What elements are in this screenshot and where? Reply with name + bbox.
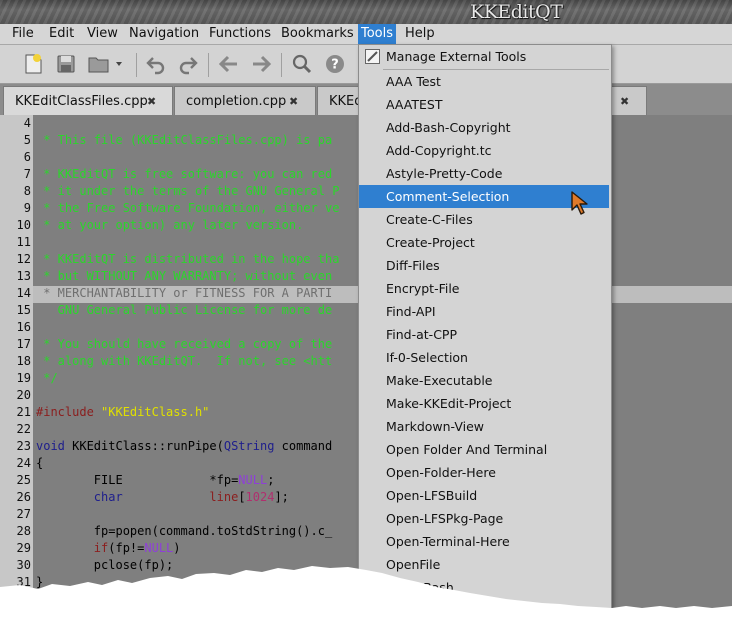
- line-number: 8: [23, 184, 31, 198]
- line-number: 21: [16, 405, 31, 419]
- string-token: "KKEditClass.h": [101, 405, 210, 419]
- tab-label: completion.cpp: [186, 94, 287, 109]
- type-token: QString: [223, 439, 275, 453]
- line-number: 20: [16, 388, 31, 402]
- menu-navigation[interactable]: Navigation: [126, 24, 202, 44]
- code-token: ];: [274, 490, 289, 504]
- line-number: 4: [23, 116, 31, 130]
- keyword-token: void: [36, 439, 65, 453]
- menu-item-diff-files[interactable]: Diff-Files: [359, 254, 609, 277]
- svg-text:?: ?: [331, 58, 339, 73]
- tab-completion[interactable]: completion.cpp ✖: [174, 86, 316, 115]
- menu-item-make-executable[interactable]: Make-Executable: [359, 369, 609, 392]
- menu-item-create-project[interactable]: Create-Project: [359, 231, 609, 254]
- save-icon[interactable]: [52, 50, 80, 78]
- menu-item-markdown-view[interactable]: Markdown-View: [359, 415, 609, 438]
- close-icon[interactable]: ✖: [147, 87, 156, 116]
- back-icon[interactable]: [215, 50, 243, 78]
- menu-tools[interactable]: Tools: [358, 24, 397, 44]
- tab-label: KKEditClassFiles.cpp: [15, 94, 148, 109]
- code-token: FILE *fp=: [36, 473, 239, 487]
- menu-item-add-copyright[interactable]: Add-Copyright.tc: [359, 139, 609, 162]
- menu-item-if-0-selection[interactable]: If-0-Selection: [359, 346, 609, 369]
- menu-functions[interactable]: Functions: [206, 24, 274, 44]
- line-number: 18: [16, 354, 31, 368]
- tab-kkeditclassfiles[interactable]: KKEditClassFiles.cpp ✖: [3, 86, 173, 115]
- line-number: 7: [23, 167, 31, 181]
- dropdown-arrow-icon[interactable]: [112, 50, 126, 78]
- menu-item-open-lfsbuild[interactable]: Open-LFSBuild: [359, 484, 609, 507]
- line-number: 14: [16, 286, 31, 300]
- close-icon[interactable]: ✖: [620, 87, 629, 116]
- menu-item-open-folder-here[interactable]: Open-Folder-Here: [359, 461, 609, 484]
- line-number: 26: [16, 490, 31, 504]
- keyword-token: char: [93, 490, 123, 504]
- line-number: 19: [16, 371, 31, 385]
- menu-edit[interactable]: Edit: [46, 24, 77, 44]
- line-number: 13: [16, 269, 31, 283]
- close-icon[interactable]: ✖: [289, 87, 298, 116]
- menu-item-open-lfspkg-page[interactable]: Open-LFSPkg-Page: [359, 507, 609, 530]
- forward-icon[interactable]: [247, 50, 275, 78]
- line-number: 10: [16, 218, 31, 232]
- code-token: KKEditClass::runPipe(: [64, 439, 224, 453]
- find-icon[interactable]: [288, 50, 316, 78]
- code-token: ;: [267, 473, 275, 487]
- menu-view[interactable]: View: [84, 24, 121, 44]
- menu-bar: File Edit View Navigation Functions Book…: [0, 24, 732, 45]
- menu-item-add-bash-copyright[interactable]: Add-Bash-Copyright: [359, 116, 609, 139]
- menu-item-aaa-test[interactable]: AAA Test: [359, 70, 609, 93]
- code-token: [: [238, 490, 246, 504]
- line-number: 23: [16, 439, 31, 453]
- app-title: KKEditQT: [470, 1, 563, 23]
- null-token: NULL: [238, 473, 268, 487]
- edit-icon: [365, 49, 380, 64]
- menu-bookmarks[interactable]: Bookmarks: [278, 24, 357, 44]
- line-number: 9: [23, 201, 31, 215]
- menu-item-manage-external-tools[interactable]: Manage External Tools: [359, 45, 609, 68]
- kkedit-window: KKEditQT File Edit View Navigation Funct…: [0, 0, 732, 621]
- mouse-cursor-icon: [571, 191, 588, 215]
- line-number: 12: [16, 252, 31, 266]
- line-number: 22: [16, 422, 31, 436]
- undo-icon[interactable]: [142, 50, 170, 78]
- menu-file[interactable]: File: [9, 24, 37, 44]
- torn-edge: [0, 566, 732, 621]
- menu-item-astyle-pretty-code[interactable]: Astyle-Pretty-Code: [359, 162, 609, 185]
- menu-item-make-kkedit-project[interactable]: Make-KKEdit-Project: [359, 392, 609, 415]
- number-token: 1024: [245, 490, 275, 504]
- code-token: command: [274, 439, 333, 453]
- help-icon[interactable]: ?: [321, 50, 349, 78]
- menu-item-aaatest[interactable]: AAATEST: [359, 93, 609, 116]
- line-number: 5: [23, 133, 31, 147]
- redo-icon[interactable]: [174, 50, 202, 78]
- line-number: 17: [16, 337, 31, 351]
- tools-menu: Manage External Tools AAA Test AAATEST A…: [358, 44, 612, 621]
- line-number: 24: [16, 456, 31, 470]
- line-number: 27: [16, 507, 31, 521]
- new-file-icon[interactable]: [19, 50, 47, 78]
- menu-item-find-at-cpp[interactable]: Find-at-CPP: [359, 323, 609, 346]
- line-number: 16: [16, 320, 31, 334]
- title-bar: KKEditQT: [0, 0, 732, 24]
- line-number: 15: [16, 303, 31, 317]
- menu-item-find-api[interactable]: Find-API: [359, 300, 609, 323]
- line-number: 28: [16, 524, 31, 538]
- menu-item-open-folder-and-terminal[interactable]: Open Folder And Terminal: [359, 438, 609, 461]
- line-number: 25: [16, 473, 31, 487]
- menu-help[interactable]: Help: [402, 24, 438, 44]
- menu-item-encrypt-file[interactable]: Encrypt-File: [359, 277, 609, 300]
- menu-item-label: Manage External Tools: [386, 49, 527, 64]
- open-folder-icon[interactable]: [85, 50, 113, 78]
- line-number: 6: [23, 150, 31, 164]
- line-number: 11: [16, 235, 31, 249]
- preprocessor-token: #include: [36, 405, 94, 419]
- code-token: line: [209, 490, 239, 504]
